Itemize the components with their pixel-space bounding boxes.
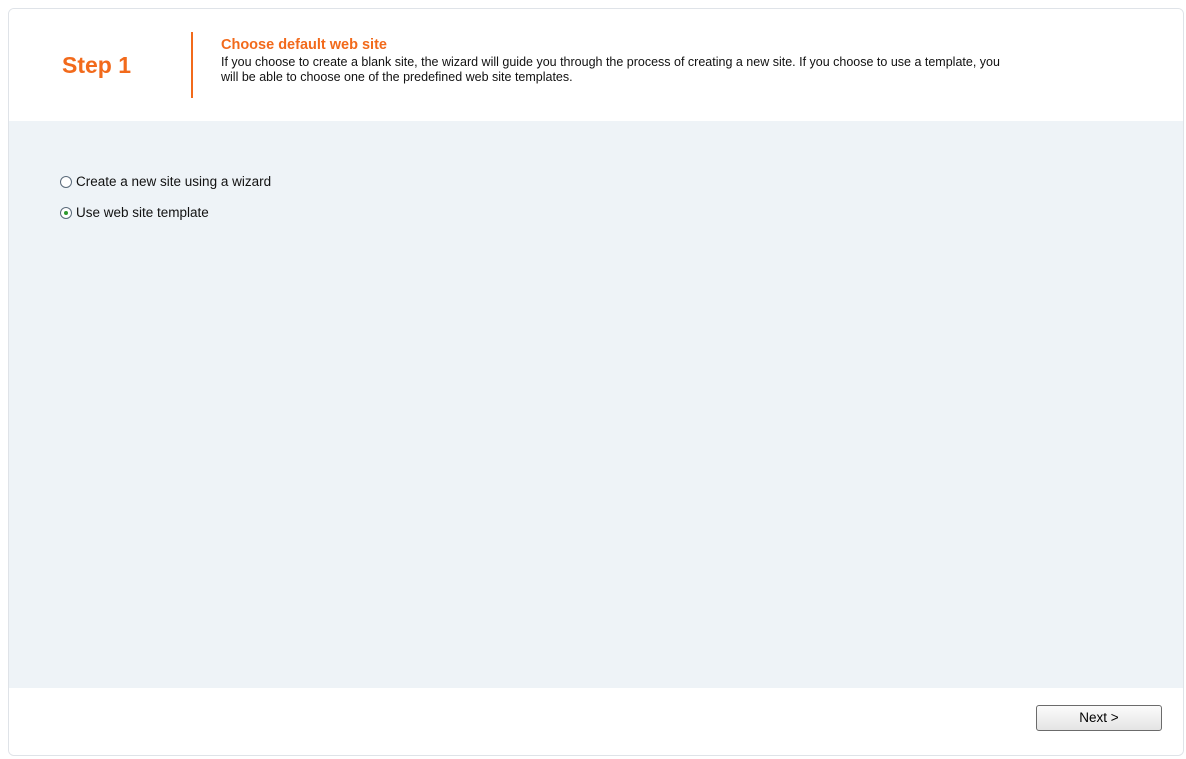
wizard-footer: Next > bbox=[9, 688, 1183, 755]
option-use-template[interactable]: Use web site template bbox=[60, 205, 209, 220]
step-divider bbox=[191, 32, 193, 98]
wizard-panel: Step 1 Choose default web site If you ch… bbox=[8, 8, 1184, 756]
next-button[interactable]: Next > bbox=[1036, 705, 1162, 731]
step-title: Choose default web site bbox=[221, 37, 387, 53]
radio-create-new-site[interactable] bbox=[60, 175, 72, 188]
option-label-create-new-site[interactable]: Create a new site using a wizard bbox=[76, 174, 271, 189]
wizard-header: Step 1 Choose default web site If you ch… bbox=[9, 9, 1183, 121]
step-label: Step 1 bbox=[62, 52, 132, 78]
radio-use-template[interactable] bbox=[60, 206, 72, 219]
option-label-use-template[interactable]: Use web site template bbox=[76, 205, 209, 220]
wizard-content: Create a new site using a wizard Use web… bbox=[9, 121, 1183, 688]
option-create-new-site[interactable]: Create a new site using a wizard bbox=[60, 174, 271, 189]
step-description: If you choose to create a blank site, th… bbox=[221, 55, 1000, 84]
